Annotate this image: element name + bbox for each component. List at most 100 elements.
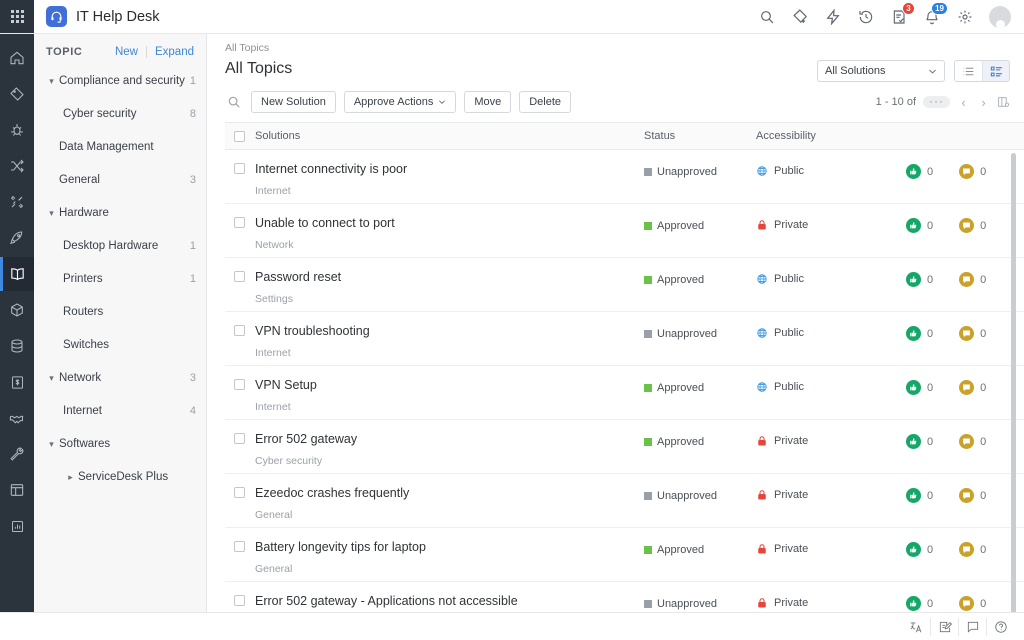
quick-actions-icon[interactable] [824, 8, 842, 26]
sidebar-item-dashboard[interactable] [0, 473, 34, 507]
approve-actions-button[interactable]: Approve Actions [343, 91, 457, 113]
solution-title[interactable]: Error 502 gateway - Applications not acc… [255, 594, 644, 609]
add-ticket-icon[interactable] [791, 8, 809, 26]
sidebar-item-home[interactable] [0, 41, 34, 75]
comments-metric[interactable]: 0 [959, 378, 986, 395]
row-checkbox[interactable] [225, 162, 255, 174]
sidebar-item-purchase[interactable] [0, 365, 34, 399]
likes-metric[interactable]: 0 [906, 378, 933, 395]
select-all-checkbox[interactable] [225, 130, 255, 142]
solution-title[interactable]: Error 502 gateway [255, 432, 644, 447]
comments-metric[interactable]: 0 [959, 162, 986, 179]
column-settings-icon[interactable] [997, 95, 1010, 109]
tree-node[interactable]: ▾ Hardware [34, 202, 206, 224]
column-header-status[interactable]: Status [644, 130, 756, 142]
table-row[interactable]: Internet connectivity is poor Internet Una… [225, 150, 1024, 204]
chevron-right-icon[interactable]: ▸ [63, 472, 78, 483]
table-row[interactable]: Ezeedoc crashes frequently General Unappro… [225, 474, 1024, 528]
expand-link[interactable]: Expand [155, 46, 194, 58]
column-header-accessibility[interactable]: Accessibility [756, 130, 906, 142]
likes-metric[interactable]: 0 [906, 324, 933, 341]
move-button[interactable]: Move [464, 91, 512, 113]
table-row[interactable]: Password reset Settings Approved Public 0 0 [225, 258, 1024, 312]
row-checkbox[interactable] [225, 594, 255, 606]
tree-node[interactable]: ▾ Network 3 [34, 367, 206, 389]
pagination-total-more[interactable]: ··· [923, 95, 950, 108]
comments-metric[interactable]: 0 [959, 486, 986, 503]
sidebar-item-setup[interactable] [0, 437, 34, 471]
sidebar-item-reports[interactable] [0, 509, 34, 543]
tree-node[interactable]: Routers [34, 301, 206, 323]
table-row[interactable]: Error 502 gateway - Applications not acc… [225, 582, 1024, 612]
chevron-right-icon[interactable]: › [977, 95, 990, 110]
likes-metric[interactable]: 0 [906, 594, 933, 611]
tree-node[interactable]: Printers 1 [34, 268, 206, 290]
table-scrollbar[interactable] [1011, 153, 1016, 612]
tree-node[interactable]: ▾ Compliance and security 1 [34, 70, 206, 92]
search-icon[interactable] [758, 8, 776, 26]
feedback-chat-icon[interactable] [958, 617, 986, 636]
help-icon[interactable] [986, 617, 1014, 636]
solution-title[interactable]: Password reset [255, 270, 644, 285]
sidebar-item-problems[interactable] [0, 185, 34, 219]
row-checkbox[interactable] [225, 540, 255, 552]
likes-metric[interactable]: 0 [906, 540, 933, 557]
sidebar-item-contracts[interactable] [0, 401, 34, 435]
row-checkbox[interactable] [225, 432, 255, 444]
comments-metric[interactable]: 0 [959, 324, 986, 341]
new-solution-button[interactable]: New Solution [251, 91, 336, 113]
chevron-down-icon[interactable]: ▾ [44, 76, 59, 87]
edit-note-icon[interactable] [930, 617, 958, 636]
solution-title[interactable]: Battery longevity tips for laptop [255, 540, 644, 555]
chevron-left-icon[interactable]: ‹ [957, 95, 970, 110]
table-row[interactable]: VPN Setup Internet Approved Public 0 0 [225, 366, 1024, 420]
table-row[interactable]: Unable to connect to port Network Approved… [225, 204, 1024, 258]
tree-node[interactable]: ▾ Softwares [34, 433, 206, 455]
row-checkbox[interactable] [225, 270, 255, 282]
comments-metric[interactable]: 0 [959, 594, 986, 611]
user-avatar[interactable] [989, 5, 1011, 28]
comments-metric[interactable]: 0 [959, 270, 986, 287]
likes-metric[interactable]: 0 [906, 270, 933, 287]
table-row[interactable]: Error 502 gateway Cyber security Approved P… [225, 420, 1024, 474]
search-icon[interactable] [225, 93, 243, 111]
tree-node[interactable]: Desktop Hardware 1 [34, 235, 206, 257]
tree-node[interactable]: Cyber security 8 [34, 103, 206, 125]
sidebar-item-incidents[interactable] [0, 113, 34, 147]
likes-metric[interactable]: 0 [906, 432, 933, 449]
solution-title[interactable]: VPN troubleshooting [255, 324, 644, 339]
comments-metric[interactable]: 0 [959, 432, 986, 449]
brand[interactable]: IT Help Desk [34, 0, 160, 33]
chevron-down-icon[interactable]: ▾ [44, 373, 59, 384]
solution-title[interactable]: Unable to connect to port [255, 216, 644, 231]
grid-apps-icon[interactable] [0, 0, 34, 33]
detail-view-icon[interactable] [982, 61, 1009, 81]
likes-metric[interactable]: 0 [906, 216, 933, 233]
row-checkbox[interactable] [225, 324, 255, 336]
notifications-bell-icon[interactable]: 19 [923, 1, 948, 26]
solutions-filter-select[interactable]: All Solutions [817, 60, 945, 82]
tree-node[interactable]: General 3 [34, 169, 206, 191]
solution-title[interactable]: VPN Setup [255, 378, 644, 393]
row-checkbox[interactable] [225, 378, 255, 390]
sidebar-item-changes[interactable] [0, 149, 34, 183]
sidebar-item-assets[interactable] [0, 293, 34, 327]
sidebar-item-solutions[interactable] [0, 257, 34, 291]
row-checkbox[interactable] [225, 216, 255, 228]
tree-node[interactable]: Internet 4 [34, 400, 206, 422]
table-row[interactable]: Battery longevity tips for laptop General… [225, 528, 1024, 582]
sidebar-item-cmdb[interactable] [0, 329, 34, 363]
sidebar-item-releases[interactable] [0, 221, 34, 255]
approvals-icon[interactable]: 3 [890, 1, 915, 26]
likes-metric[interactable]: 0 [906, 162, 933, 179]
column-header-solutions[interactable]: Solutions [255, 130, 644, 142]
tree-node[interactable]: Data Management [34, 136, 206, 158]
chevron-down-icon[interactable]: ▾ [44, 208, 59, 219]
table-row[interactable]: VPN troubleshooting Internet Unapproved Pub… [225, 312, 1024, 366]
solution-title[interactable]: Ezeedoc crashes frequently [255, 486, 644, 501]
comments-metric[interactable]: 0 [959, 216, 986, 233]
list-view-icon[interactable] [955, 61, 982, 81]
solution-title[interactable]: Internet connectivity is poor [255, 162, 644, 177]
sidebar-item-tickets[interactable] [0, 77, 34, 111]
recent-history-icon[interactable] [857, 8, 875, 26]
